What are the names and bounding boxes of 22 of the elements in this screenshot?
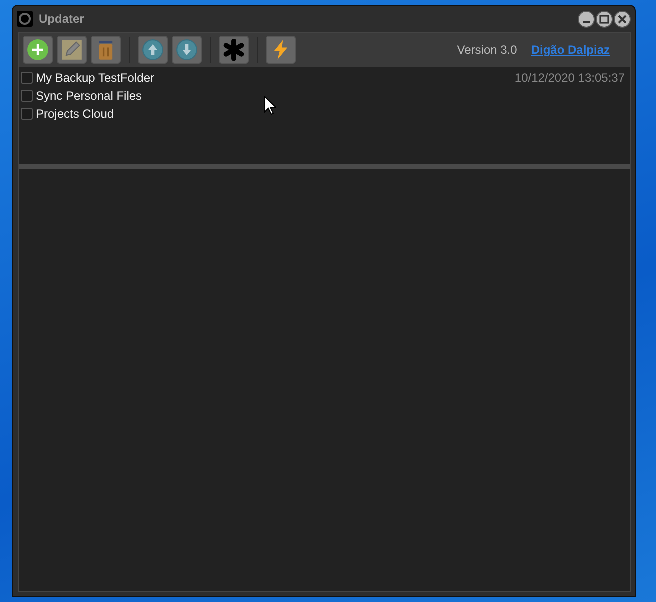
task-name[interactable]: My Backup TestFolder (36, 71, 512, 85)
toolbar-button[interactable] (172, 36, 202, 64)
window-title: Updater (39, 12, 86, 26)
toolbar-button[interactable] (138, 36, 168, 64)
task-name[interactable]: Projects Cloud (36, 107, 625, 121)
checkbox[interactable] (21, 90, 33, 102)
checkbox[interactable] (21, 72, 33, 84)
toolbar-button[interactable] (23, 36, 53, 64)
toolbar-button[interactable] (266, 36, 296, 64)
checkbox[interactable] (21, 108, 33, 120)
cursor-icon (264, 96, 276, 115)
app-icon (17, 11, 33, 27)
asterisk-icon (223, 39, 245, 61)
minimize-icon[interactable] (578, 10, 595, 28)
close-icon[interactable] (614, 10, 631, 28)
maximize-icon[interactable] (596, 10, 613, 28)
plus-icon (27, 39, 49, 61)
version-label: Version 3.0 (457, 43, 518, 57)
timestamp: 10/12/2020 13:05:37 (514, 71, 625, 85)
pencil-icon (61, 39, 83, 61)
toolbar-button[interactable] (219, 36, 249, 64)
task-name[interactable]: Sync Personal Files (36, 89, 625, 103)
